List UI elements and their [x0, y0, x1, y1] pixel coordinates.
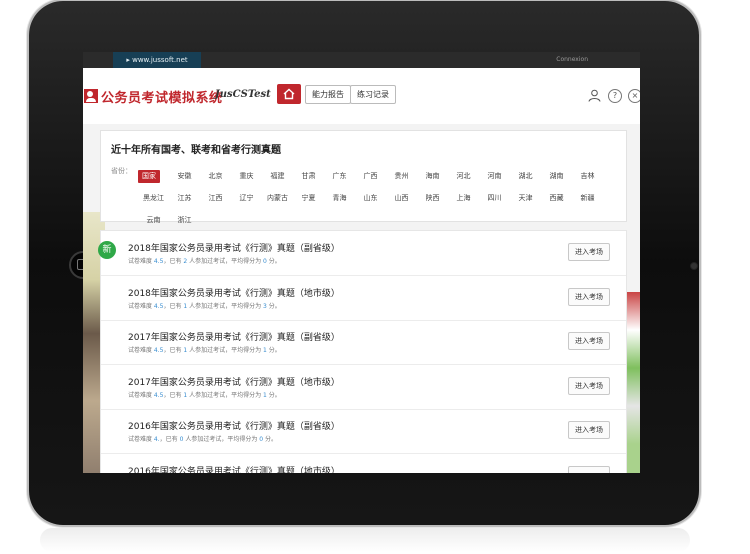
province-item[interactable]: 重庆 [231, 170, 262, 183]
province-item[interactable]: 贵州 [386, 170, 417, 183]
logo-icon [84, 89, 98, 103]
province-label: 省份： [111, 167, 132, 175]
site-url-tab[interactable]: ▸ www.jussoft.net [113, 52, 201, 68]
home-tab[interactable] [277, 84, 301, 104]
enter-exam-button[interactable]: 进入考场 [568, 376, 610, 395]
help-icon[interactable]: ? [608, 89, 622, 103]
exam-title[interactable]: 2016年国家公务员录用考试《行测》真题（地市级） [128, 464, 340, 474]
home-icon [283, 88, 295, 100]
exam-row: 2017年国家公务员录用考试《行测》真题（副省级） 试卷难度 4.5，已有 1 人… [101, 320, 626, 365]
exam-meta: 试卷难度 4.，已有 0 人参加过考试，平均得分为 0 分。 [128, 434, 277, 443]
exam-meta-text: 试卷难度 [128, 302, 154, 310]
tablet-reflection [40, 528, 690, 552]
exam-meta-text: ，已有 [163, 302, 184, 310]
exam-meta-text: 分。 [266, 391, 281, 399]
province-item[interactable]: 四川 [479, 192, 510, 205]
user-icon[interactable] [588, 89, 601, 102]
exam-list: 新 2018年国家公务员录用考试《行测》真题（副省级） 试卷难度 4.5，已有 2 … [98, 230, 627, 474]
province-item[interactable]: 河南 [479, 170, 510, 183]
exam-meta-text: ，已有 [163, 391, 184, 399]
exam-meta-text: 试卷难度 [128, 258, 154, 265]
exam-meta-text: ，已有 [163, 258, 184, 265]
province-item[interactable]: 广西 [355, 170, 386, 183]
exam-meta: 试卷难度 4.5，已有 1 人参加过考试，平均得分为 3 分。 [128, 301, 281, 310]
province-item[interactable]: 上海 [448, 192, 479, 205]
exam-meta-text: 试卷难度 [128, 436, 154, 443]
province-item[interactable]: 湖南 [541, 170, 572, 183]
exam-meta-text: 分。 [266, 347, 281, 354]
ability-report-button[interactable]: 能力报告 [305, 85, 351, 104]
exam-meta-text: 人参加过考试，平均得分为 [187, 258, 264, 265]
panel-title: 近十年所有国考、联考和省考行测真题 [111, 145, 281, 156]
exam-row: 2016年国家公务员录用考试《行测》真题（副省级） 试卷难度 4.，已有 0 人参… [101, 409, 626, 454]
province-item[interactable]: 河北 [448, 170, 479, 183]
exam-title[interactable]: 2018年国家公务员录用考试《行测》真题（副省级） [128, 241, 340, 254]
exam-meta-text: 人参加过考试，平均得分为 [187, 347, 264, 354]
province-item[interactable]: 江苏 [169, 192, 200, 205]
exam-meta-text: 分。 [266, 302, 281, 310]
practice-records-button[interactable]: 练习记录 [350, 85, 396, 104]
exam-meta: 试卷难度 4.5，已有 1 人参加过考试，平均得分为 1 分。 [128, 390, 281, 399]
app-screen: ▸ www.jussoft.net Connexion 公务员考试模拟系统 Ju… [83, 52, 640, 473]
app-subtitle: JusCSTest [215, 89, 271, 100]
province-item[interactable]: 湖北 [510, 170, 541, 183]
exam-title[interactable]: 2017年国家公务员录用考试《行测》真题（地市级） [128, 375, 340, 388]
exam-title[interactable]: 2016年国家公务员录用考试《行测》真题（副省级） [128, 419, 340, 432]
province-item[interactable]: 天津 [510, 192, 541, 205]
exam-meta-text: 试卷难度 [128, 391, 154, 399]
province-item[interactable]: 西藏 [541, 192, 572, 205]
province-item[interactable]: 山西 [386, 192, 417, 205]
exam-row: 2017年国家公务员录用考试《行测》真题（地市级） 试卷难度 4.5，已有 1 人… [101, 365, 626, 410]
enter-exam-button[interactable] [568, 465, 610, 473]
province-list: 国家 安徽 北京 重庆 福建 甘肃 广东 广西 贵州 海南 河北 河南 湖北 湖南 吉林黑龙江 江苏 江西 辽宁内… [138, 163, 618, 229]
province-item[interactable]: 云南 [138, 214, 169, 227]
province-item[interactable]: 宁夏 [293, 192, 324, 205]
exam-meta: 试卷难度 4.5，已有 1 人参加过考试，平均得分为 1 分。 [128, 345, 281, 354]
province-item[interactable]: 浙江 [169, 214, 200, 227]
province-item[interactable]: 陕西 [417, 192, 448, 205]
tablet-camera [690, 262, 698, 270]
enter-exam-button[interactable]: 进入考场 [568, 243, 610, 261]
enter-exam-button[interactable]: 进入考场 [568, 332, 610, 350]
exam-meta-text: 分。 [263, 436, 277, 443]
connexion-label: Connexion [556, 56, 588, 63]
province-item[interactable]: 福建 [262, 170, 293, 183]
province-item[interactable]: 山东 [355, 192, 386, 205]
exam-meta-text: 分。 [266, 258, 281, 265]
province-item[interactable]: 广东 [324, 170, 355, 183]
app-header: 公务员考试模拟系统 JusCSTest 能力报告 练习记录 ? × [83, 68, 640, 124]
province-item[interactable]: 国家 [138, 170, 160, 183]
province-panel: 近十年所有国考、联考和省考行测真题 省份： 国家 安徽 北京 重庆 福建 甘肃 广东 广西 贵州… [100, 130, 627, 224]
exam-meta-text: ，已有 [163, 347, 184, 354]
province-item[interactable]: 江西 [200, 192, 231, 205]
province-item[interactable]: 黑龙江 [138, 192, 169, 205]
province-item[interactable]: 辽宁 [231, 192, 262, 205]
exam-row: 2016年国家公务员录用考试《行测》真题（地市级） [101, 454, 626, 474]
top-strip: ▸ www.jussoft.net Connexion [83, 52, 640, 68]
enter-exam-button[interactable]: 进入考场 [568, 421, 610, 439]
site-url: www.jussoft.net [132, 56, 188, 64]
province-item[interactable]: 安徽 [169, 170, 200, 183]
exam-meta-text: 人参加过考试，平均得分为 [183, 436, 260, 443]
province-item[interactable]: 海南 [417, 170, 448, 183]
province-item[interactable]: 吉林 [572, 170, 603, 183]
exam-meta-text: 人参加过考试，平均得分为 [187, 391, 264, 399]
exam-meta: 试卷难度 4.5，已有 2 人参加过考试，平均得分为 0 分。 [128, 256, 281, 265]
exam-row: 新 2018年国家公务员录用考试《行测》真题（副省级） 试卷难度 4.5，已有 2 … [98, 231, 626, 276]
close-icon[interactable]: × [628, 89, 640, 103]
exam-row: 2018年国家公务员录用考试《行测》真题（地市级） 试卷难度 4.5，已有 1 人… [101, 276, 626, 321]
province-item[interactable]: 甘肃 [293, 170, 324, 183]
exam-meta-text: 试卷难度 [128, 347, 154, 354]
exam-title[interactable]: 2017年国家公务员录用考试《行测》真题（副省级） [128, 330, 340, 343]
enter-exam-button[interactable]: 进入考场 [568, 287, 610, 306]
exam-title[interactable]: 2018年国家公务员录用考试《行测》真题（地市级） [128, 286, 340, 299]
province-item[interactable]: 北京 [200, 170, 231, 183]
new-badge: 新 [98, 241, 116, 259]
exam-meta-text: ，已有 [159, 436, 180, 443]
province-item[interactable]: 新疆 [572, 192, 603, 205]
province-item[interactable]: 内蒙古 [262, 192, 293, 205]
app-title: 公务员考试模拟系统 [101, 91, 223, 106]
province-item[interactable]: 青海 [324, 192, 355, 205]
exam-meta-text: 人参加过考试，平均得分为 [187, 302, 264, 310]
